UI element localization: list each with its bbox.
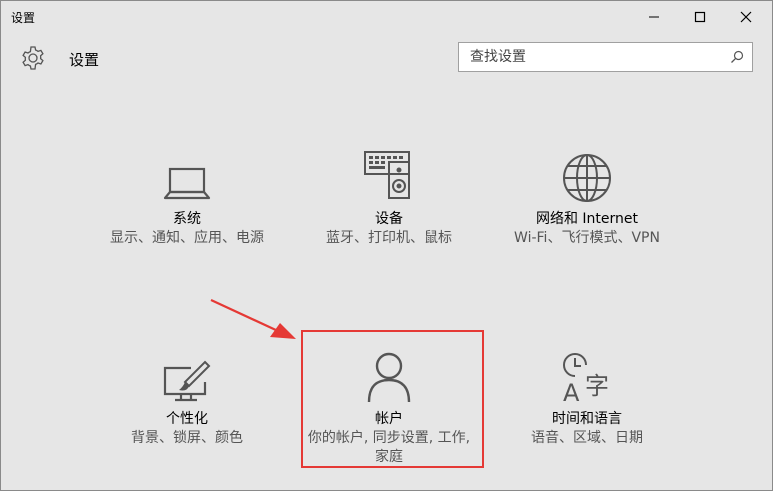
- category-name: 时间和语言: [552, 411, 622, 427]
- category-description: 语音、区域、日期: [531, 430, 643, 446]
- svg-text:字: 字: [585, 372, 609, 400]
- category-personalization[interactable]: 个性化 背景、锁屏、颜色: [97, 344, 277, 448]
- search-icon[interactable]: [730, 50, 744, 64]
- search-input[interactable]: [459, 43, 730, 71]
- gear-icon: [22, 46, 44, 70]
- accounts-highlight-box: [301, 330, 484, 468]
- svg-text:A: A: [563, 379, 580, 404]
- red-arrow-icon: [210, 299, 296, 339]
- title-bar[interactable]: 设置: [1, 1, 772, 33]
- page-title: 设置: [69, 51, 100, 69]
- window-title: 设置: [11, 11, 36, 25]
- maximize-icon: [694, 11, 706, 23]
- close-icon: [740, 11, 752, 23]
- minimize-button[interactable]: [631, 1, 677, 33]
- category-name: 个性化: [166, 411, 208, 427]
- keyboard-speaker-icon: [364, 151, 410, 199]
- search-box[interactable]: [458, 42, 753, 72]
- monitor-brush-icon: [163, 360, 211, 402]
- category-description: 显示、通知、应用、电源: [110, 230, 264, 246]
- settings-header: 设置: [1, 39, 772, 79]
- category-network-internet[interactable]: 网络和 Internet Wi-Fi、飞行模式、VPN: [497, 144, 677, 248]
- category-system[interactable]: 系统 显示、通知、应用、电源: [97, 144, 277, 248]
- category-name: 设备: [375, 211, 403, 227]
- laptop-icon: [163, 167, 211, 200]
- globe-icon: [563, 154, 611, 202]
- minimize-icon: [649, 16, 659, 18]
- maximize-button[interactable]: [677, 1, 723, 33]
- time-language-icon: A 字: [563, 353, 609, 404]
- category-description: 蓝牙、打印机、鼠标: [326, 230, 452, 246]
- category-name: 系统: [173, 211, 201, 227]
- category-devices[interactable]: 设备 蓝牙、打印机、鼠标: [299, 144, 479, 248]
- category-name: 网络和 Internet: [535, 211, 639, 227]
- category-description: Wi-Fi、飞行模式、VPN: [514, 230, 660, 246]
- close-button[interactable]: [723, 1, 769, 33]
- settings-window: 设置 设置 查找设置 系统 显示、通知、应用、电源 设备 蓝牙、打印机、鼠标 网…: [0, 0, 773, 491]
- category-description: 背景、锁屏、颜色: [131, 430, 243, 446]
- category-time-language[interactable]: A 字 时间和语言 语音、区域、日期: [497, 344, 677, 448]
